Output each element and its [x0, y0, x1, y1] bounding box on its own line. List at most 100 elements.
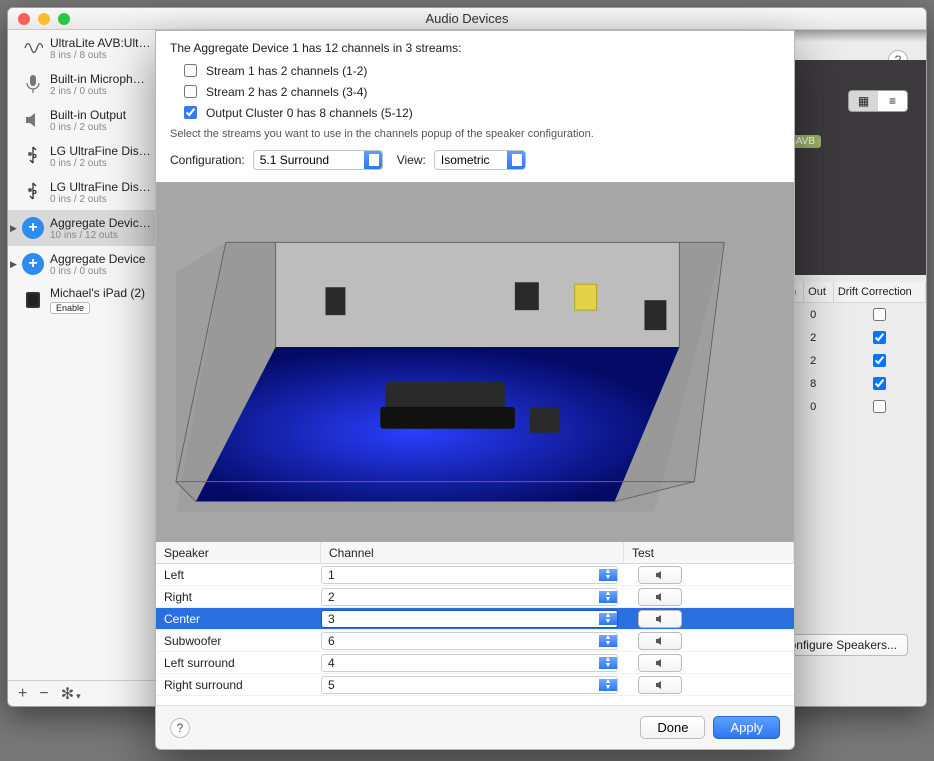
device-io-text: 0 ins / 2 outs: [50, 122, 126, 133]
device-name: LG UltraFine Display: [50, 144, 151, 158]
channel-select[interactable]: 6▲▼: [321, 632, 618, 650]
test-speaker-button[interactable]: [638, 588, 682, 606]
speaker-name-cell: Center: [156, 612, 321, 626]
device-list-item[interactable]: ▶+Aggregate Device 110 ins / 12 outs: [8, 210, 157, 246]
list-view-icon[interactable]: ≡: [878, 91, 907, 111]
table-row[interactable]: 10: [783, 395, 926, 418]
speaker-row[interactable]: Subwoofer6▲▼: [156, 630, 794, 652]
speaker-name-cell: Left surround: [156, 656, 321, 670]
stepper-caret-icon[interactable]: ▲▼: [599, 613, 617, 625]
device-io-text: 0 ins / 0 outs: [50, 266, 145, 277]
test-speaker-button[interactable]: [638, 566, 682, 584]
stepper-caret-icon[interactable]: ▲▼: [599, 569, 617, 581]
drift-checkbox[interactable]: [873, 354, 886, 367]
speaker-room-3d-view[interactable]: [156, 182, 794, 542]
test-speaker-button[interactable]: [638, 654, 682, 672]
table-row[interactable]: 20: [783, 303, 926, 327]
table-row[interactable]: 02: [783, 326, 926, 349]
device-list-item[interactable]: Built-in Microphone2 ins / 0 outs: [8, 66, 157, 102]
stepper-caret-icon[interactable]: ▲▼: [599, 679, 617, 691]
view-select[interactable]: Isometric: [434, 150, 526, 170]
device-list-item[interactable]: UltraLite AVB:UltraLite8 ins / 8 outs: [8, 30, 157, 66]
speaker-name-cell: Right surround: [156, 678, 321, 692]
table-row[interactable]: 88: [783, 372, 926, 395]
remove-device-button[interactable]: −: [39, 685, 48, 703]
sheet-heading: The Aggregate Device 1 has 12 channels i…: [170, 41, 780, 55]
stream-checkbox-row[interactable]: Stream 1 has 2 channels (1-2): [180, 61, 780, 80]
device-list-item[interactable]: Michael's iPad (2) Enable: [8, 282, 157, 318]
apply-button[interactable]: Apply: [713, 716, 780, 739]
table-row[interactable]: 02: [783, 349, 926, 372]
device-list-item[interactable]: LG UltraFine Display0 ins / 2 outs: [8, 174, 157, 210]
window-titlebar: Audio Devices: [8, 8, 926, 30]
channel-select[interactable]: 1▲▼: [321, 566, 618, 584]
device-io-text: 2 ins / 0 outs: [50, 86, 151, 97]
speaker-name-cell: Subwoofer: [156, 634, 321, 648]
drift-checkbox[interactable]: [873, 377, 886, 390]
channel-value: 6: [322, 634, 599, 648]
channel-select[interactable]: 5▲▼: [321, 676, 618, 694]
device-io-text: 0 ins / 2 outs: [50, 158, 151, 169]
drift-checkbox[interactable]: [873, 400, 886, 413]
disclosure-triangle-icon[interactable]: ▶: [10, 259, 17, 270]
drift-checkbox[interactable]: [873, 331, 886, 344]
out-cell: 2: [804, 349, 834, 372]
test-speaker-button[interactable]: [638, 676, 682, 694]
device-name: Aggregate Device: [50, 252, 145, 266]
channel-value: 5: [322, 678, 599, 692]
out-cell: 0: [804, 395, 834, 418]
speaker-name-cell: Right: [156, 590, 321, 604]
speaker-icon: [22, 109, 44, 131]
test-speaker-button[interactable]: [638, 632, 682, 650]
speaker-row[interactable]: Left surround4▲▼: [156, 652, 794, 674]
device-list-item[interactable]: Built-in Output0 ins / 2 outs: [8, 102, 157, 138]
enable-device-button[interactable]: Enable: [50, 302, 90, 314]
stepper-caret-icon[interactable]: ▲▼: [599, 657, 617, 669]
col-speaker[interactable]: Speaker: [156, 542, 321, 564]
stream-label: Stream 1 has 2 channels (1-2): [206, 64, 367, 78]
test-speaker-button[interactable]: [638, 610, 682, 628]
channel-select[interactable]: 3▲▼: [321, 610, 618, 628]
speaker-name-cell: Left: [156, 568, 321, 582]
col-drift[interactable]: Drift Correction: [833, 282, 925, 303]
done-button[interactable]: Done: [640, 716, 705, 739]
sheet-help-button[interactable]: ?: [170, 718, 190, 738]
device-name: LG UltraFine Display: [50, 180, 151, 194]
mic-icon: [22, 73, 44, 95]
speaker-row[interactable]: Left1▲▼: [156, 564, 794, 586]
speaker-row[interactable]: Center3▲▼: [156, 608, 794, 630]
stepper-caret-icon[interactable]: ▲▼: [599, 635, 617, 647]
device-actions-menu[interactable]: ✻: [61, 684, 81, 704]
disclosure-triangle-icon[interactable]: ▶: [10, 223, 17, 234]
stream-checkbox[interactable]: [184, 64, 197, 77]
out-cell: 0: [804, 303, 834, 327]
col-out[interactable]: Out: [804, 282, 834, 303]
device-list-item[interactable]: ▶+Aggregate Device0 ins / 0 outs: [8, 246, 157, 282]
device-name: Built-in Output: [50, 108, 126, 122]
device-name: Michael's iPad (2): [50, 286, 145, 300]
col-channel[interactable]: Channel: [321, 542, 624, 564]
add-device-button[interactable]: +: [18, 685, 27, 703]
configuration-select[interactable]: 5.1 Surround: [253, 150, 383, 170]
stream-checkbox[interactable]: [184, 106, 197, 119]
usb-icon: [22, 181, 44, 203]
device-sidebar: UltraLite AVB:UltraLite8 ins / 8 outsBui…: [8, 30, 158, 706]
stream-checkbox[interactable]: [184, 85, 197, 98]
stream-checkbox-row[interactable]: Stream 2 has 2 channels (3-4): [180, 82, 780, 101]
channel-select[interactable]: 2▲▼: [321, 588, 618, 606]
drift-checkbox[interactable]: [873, 308, 886, 321]
col-test[interactable]: Test: [624, 542, 794, 564]
speaker-configuration-sheet: The Aggregate Device 1 has 12 channels i…: [155, 30, 795, 750]
channel-select[interactable]: 4▲▼: [321, 654, 618, 672]
grid-view-icon[interactable]: ▦: [849, 91, 878, 111]
speaker-row[interactable]: Right surround5▲▼: [156, 674, 794, 696]
device-list-item[interactable]: LG UltraFine Display0 ins / 2 outs: [8, 138, 157, 174]
view-mode-toggle[interactable]: ▦ ≡: [848, 90, 908, 112]
speaker-row[interactable]: Right2▲▼: [156, 586, 794, 608]
stepper-caret-icon[interactable]: ▲▼: [599, 591, 617, 603]
ipad-icon: [22, 289, 44, 311]
device-name: UltraLite AVB:UltraLite: [50, 36, 151, 50]
device-io-text: 0 ins / 2 outs: [50, 194, 151, 205]
subdevice-table: In Out Drift Correction 2002028810: [783, 282, 926, 418]
stream-checkbox-row[interactable]: Output Cluster 0 has 8 channels (5-12): [180, 103, 780, 122]
